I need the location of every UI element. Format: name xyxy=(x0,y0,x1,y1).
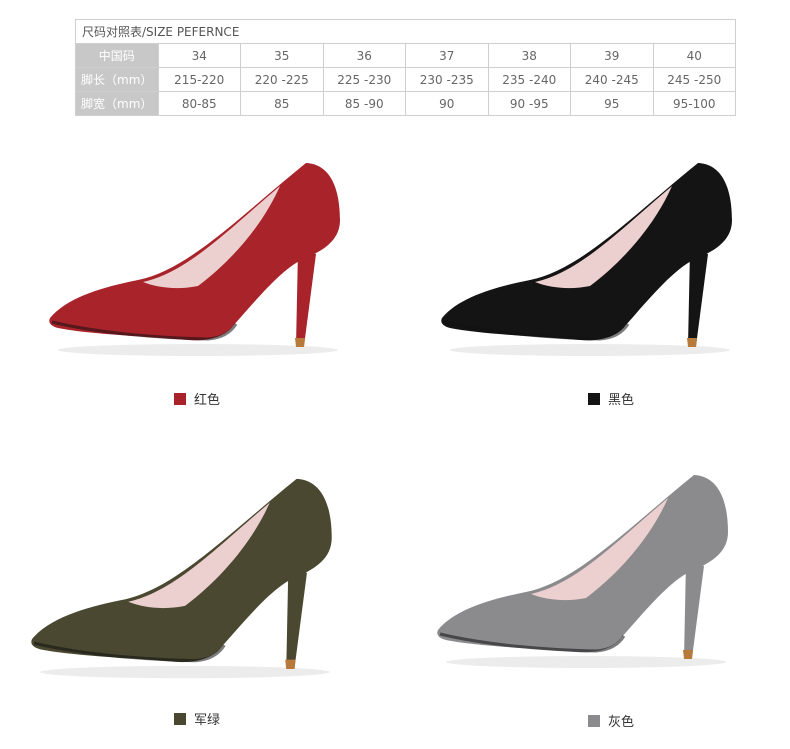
table-cell: 37 xyxy=(405,43,489,68)
row-header-foot-width: 脚宽（mm） xyxy=(75,91,159,116)
shoe-heel xyxy=(296,250,316,346)
table-row: 脚长（mm） 215-220 220 -225 225 -230 230 -23… xyxy=(75,67,736,92)
table-cell: 90 -95 xyxy=(487,91,571,116)
color-option-green[interactable]: 军绿 xyxy=(174,709,220,728)
shoe-heel xyxy=(688,250,708,346)
shoe-upper xyxy=(437,475,728,653)
table-cell: 85 xyxy=(240,91,324,116)
table-cell: 215-220 xyxy=(157,67,241,92)
product-image-black-pump xyxy=(440,158,740,358)
color-label: 红色 xyxy=(194,393,221,408)
table-cell: 240 -245 xyxy=(570,67,654,92)
table-cell: 80-85 xyxy=(157,91,241,116)
shoe-upper xyxy=(49,163,341,341)
table-cell: 230 -235 xyxy=(405,67,489,92)
product-image-grey-pump xyxy=(436,465,736,675)
green-swatch xyxy=(174,712,186,725)
shoe-heel xyxy=(684,562,704,658)
row-header-foot-length: 脚长（mm） xyxy=(75,67,159,92)
color-label: 灰色 xyxy=(608,715,635,730)
color-label: 黑色 xyxy=(608,393,635,408)
black-pump-illustration xyxy=(441,163,732,356)
shoe-heel-tip xyxy=(285,659,296,669)
red-swatch xyxy=(174,392,186,405)
table-row: 脚宽（mm） 80-85 85 85 -90 90 90 -95 95 95-1… xyxy=(75,91,736,116)
red-pump-illustration xyxy=(49,163,341,356)
table-cell: 36 xyxy=(322,43,406,68)
color-option-red[interactable]: 红色 xyxy=(174,389,220,408)
green-pump-illustration xyxy=(31,478,332,679)
table-cell: 34 xyxy=(157,43,241,68)
row-header-china-size: 中国码 xyxy=(75,43,159,68)
shoe-heel-tip xyxy=(683,650,693,659)
table-cell: 39 xyxy=(570,43,654,68)
table-caption-row: 尺码对照表/SIZE PEFERNCE xyxy=(75,19,736,44)
table-cell: 220 -225 xyxy=(240,67,324,92)
black-swatch xyxy=(588,392,600,405)
shoe-heel xyxy=(286,568,307,668)
shoe-upper xyxy=(31,478,332,663)
table-row: 中国码 34 35 36 37 38 39 40 xyxy=(75,43,736,68)
color-option-grey[interactable]: 灰色 xyxy=(588,711,634,730)
table-cell: 85 -90 xyxy=(322,91,406,116)
table-cell: 235 -240 xyxy=(487,67,571,92)
shoe-heel-tip xyxy=(687,338,697,347)
table-cell: 38 xyxy=(487,43,571,68)
shoe-heel-tip xyxy=(295,338,305,347)
table-cell: 95 xyxy=(570,91,654,116)
grey-pump-illustration xyxy=(437,475,728,668)
table-caption: 尺码对照表/SIZE PEFERNCE xyxy=(75,19,736,44)
table-cell: 40 xyxy=(652,43,736,68)
color-option-black[interactable]: 黑色 xyxy=(588,389,634,408)
grey-swatch xyxy=(588,714,600,727)
table-cell: 90 xyxy=(405,91,489,116)
product-image-red-pump xyxy=(48,158,348,358)
table-cell: 245 -250 xyxy=(652,67,736,92)
table-cell: 35 xyxy=(240,43,324,68)
product-image-green-pump xyxy=(30,472,340,682)
table-cell: 225 -230 xyxy=(322,67,406,92)
size-reference-table: 尺码对照表/SIZE PEFERNCE 中国码 34 35 36 37 38 3… xyxy=(75,19,736,116)
color-label: 军绿 xyxy=(194,713,221,728)
shoe-upper xyxy=(441,163,732,341)
table-cell: 95-100 xyxy=(652,91,736,116)
